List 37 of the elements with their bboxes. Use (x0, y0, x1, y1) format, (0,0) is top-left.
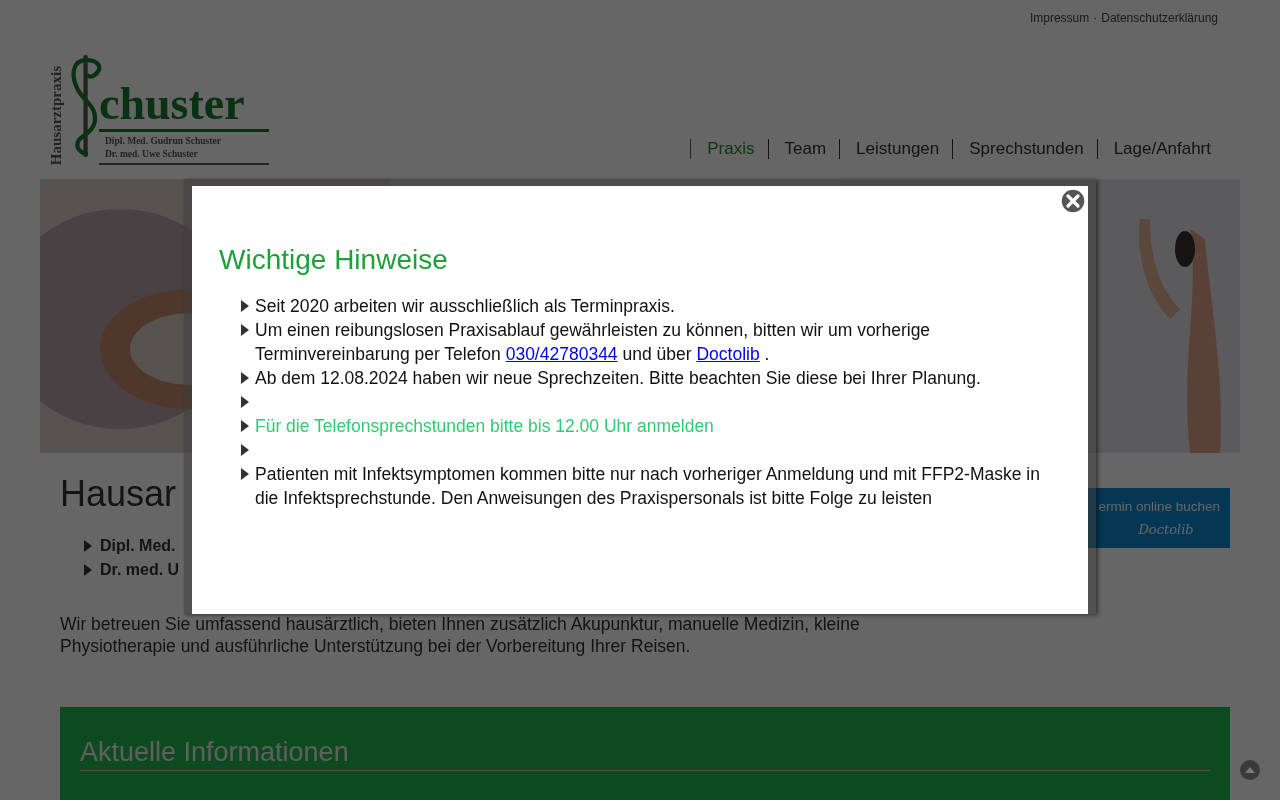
bullet-triangle-icon (241, 300, 249, 312)
bullet-triangle-icon (241, 468, 249, 480)
footer-link[interactable]: Datenschutzerklärung (1101, 11, 1218, 29)
bullet-triangle-icon (84, 540, 92, 552)
footer-link[interactable]: Impressum (1029, 11, 1090, 29)
notice-text: Ab dem 12.08.2024 haben wir neue Sprechzeiten. Bitte beachten Sie diese bei Ihrer Planung. (255, 367, 982, 390)
notice-text: Um einen reibungslosen Praxisablauf gewährleisten zu können, bitten wir um vorherige Terminvereinbarung per Telefon 030/42780344 und über Doctolib . (255, 319, 932, 366)
intro-text: Physiotherapie und ausführliche Unterstützung bei der Vorbereitung Ihrer Reisen. (60, 635, 692, 657)
logo-subtitle: Dr. med. Uwe Schuster (105, 148, 199, 161)
notice-text: Für die Telefonsprechstunden bitte bis 12.00 Uhr anmelden (255, 415, 715, 438)
nav-tab[interactable]: Lage/Anfahrt (1096, 139, 1224, 159)
logo-vertical-text: Hausarztpraxis (48, 65, 65, 165)
logo-wordmark: chuster (99, 81, 269, 132)
nav-tab[interactable]: Leistungen (839, 139, 953, 159)
page-heading: Hausar (60, 473, 178, 514)
nav-tab[interactable]: Praxis (690, 139, 768, 159)
nav-tab[interactable]: Sprechstunden (952, 139, 1097, 159)
nav-tab[interactable]: Team (767, 139, 840, 159)
logo-subtitle: Dipl. Med. Gudrun Schuster (105, 135, 222, 148)
intro-text: Wir betreuen Sie umfassend hausärztlich, bieten Ihnen zusätzlich Akupunktur, manuelle Medizin, kleine (60, 613, 861, 635)
doctor-name: Dipl. Med. (100, 536, 176, 556)
separator-dot: · (1093, 11, 1098, 27)
bullet-triangle-icon (241, 396, 249, 408)
dialog-title: Wichtige Hinweise (219, 244, 449, 276)
doctor-name: Dr. med. U (100, 560, 180, 580)
scroll-to-top-icon[interactable] (1240, 760, 1260, 780)
inline-link[interactable]: Doctolib (696, 344, 760, 364)
notice-text: Seit 2020 arbeiten wir ausschließlich als Terminpraxis. (255, 295, 676, 318)
close-icon[interactable] (1060, 188, 1086, 214)
section-heading: Aktuelle Informationen (80, 737, 1210, 771)
bullet-triangle-icon (241, 444, 249, 456)
bullet-triangle-icon (241, 324, 249, 336)
notice-text: Patienten mit Infektsymptomen kommen bitte nur nach vorheriger Anmeldung und mit FFP2-Maske in die Infektsprechstunde. Den Anweisungen des Praxispersonals ist bitte Folge zu leisten (255, 463, 1041, 510)
bullet-triangle-icon (241, 372, 249, 384)
inline-link[interactable]: 030/42780344 (505, 344, 618, 364)
bullet-triangle-icon (84, 564, 92, 576)
bullet-triangle-icon (241, 420, 249, 432)
